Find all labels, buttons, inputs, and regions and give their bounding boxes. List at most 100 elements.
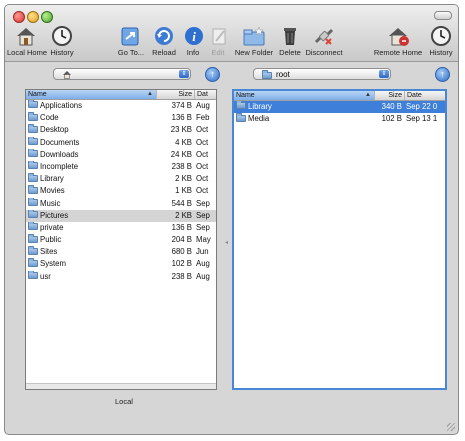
clock-icon — [52, 26, 72, 46]
disconnect-button[interactable]: Disconnect — [304, 25, 344, 59]
file-date-cell: Oct — [196, 186, 209, 196]
local-home-button[interactable]: Local Home — [7, 25, 47, 59]
remote-history-button[interactable]: History — [425, 25, 457, 59]
file-row[interactable]: Applications 374 B Aug — [26, 100, 216, 112]
file-size-cell: 102 B — [381, 114, 402, 124]
folder-icon — [28, 136, 38, 145]
resize-grip-icon[interactable] — [447, 423, 455, 431]
file-date-cell: Sep 22 0 — [406, 102, 438, 111]
folder-icon — [28, 221, 38, 231]
home-icon — [17, 28, 35, 46]
file-row[interactable]: Pictures 2 KB Sep — [26, 209, 216, 222]
local-parent-folder-button[interactable]: ↑ — [205, 67, 220, 82]
file-row[interactable]: usr 238 B Aug — [26, 270, 216, 283]
file-date-cell: Sep — [196, 210, 210, 220]
ftp-window: Local Home History Go To... Reload i Inf… — [4, 4, 459, 435]
folder-icon — [28, 234, 38, 243]
new-folder-button[interactable]: New Folder — [233, 25, 275, 59]
file-date-cell: May — [196, 235, 211, 245]
reload-button[interactable]: Reload — [149, 25, 179, 59]
file-size-cell: 23 KB — [170, 125, 192, 135]
file-row[interactable]: System 102 B Aug — [26, 258, 216, 270]
remote-home-button[interactable]: Remote Home — [373, 25, 423, 59]
file-row[interactable]: Code 136 B Feb — [26, 112, 216, 124]
file-row[interactable]: Incomplete 238 B Oct — [26, 160, 216, 173]
info-button[interactable]: i Info — [181, 25, 205, 59]
folder-icon — [28, 160, 38, 170]
remote-parent-folder-button[interactable]: ↑ — [435, 67, 450, 82]
date-column-header[interactable]: Date — [404, 91, 445, 100]
file-size-cell: 340 B — [381, 102, 402, 111]
name-column-header[interactable]: Name ▲ — [234, 91, 374, 100]
file-date-cell: Oct — [196, 149, 209, 159]
file-size-cell: 24 KB — [170, 149, 192, 159]
file-date-cell: Sep — [196, 198, 210, 208]
folder-icon — [28, 209, 38, 219]
remote-file-list[interactable]: Name ▲ Size Date Library 340 B Sep 22 0 Medi… — [232, 89, 447, 390]
file-name-cell: Applications — [26, 100, 156, 112]
goto-icon — [121, 27, 139, 46]
file-date-cell: Oct — [196, 174, 209, 184]
zoom-window-button[interactable] — [41, 11, 53, 23]
file-date-cell: Jun — [196, 247, 209, 257]
date-column-header[interactable]: Dat — [194, 90, 216, 99]
size-column-header[interactable]: Size — [374, 91, 404, 100]
local-list-header: Name ▲ Size Dat — [26, 90, 216, 100]
file-name-cell: Incomplete — [26, 160, 156, 173]
delete-button[interactable]: Delete — [277, 25, 303, 59]
file-row[interactable]: Library 2 KB Oct — [26, 173, 216, 185]
folder-icon — [28, 124, 38, 133]
edit-button[interactable]: Edit — [206, 25, 230, 59]
toolbar-toggle-button[interactable] — [434, 11, 452, 20]
file-row[interactable]: Public 204 B May — [26, 234, 216, 246]
file-row[interactable]: Library 340 B Sep 22 0 — [234, 101, 445, 114]
folder-icon — [28, 173, 38, 182]
file-date-cell: Oct — [196, 125, 209, 135]
file-size-cell: 136 B — [171, 222, 192, 232]
file-row[interactable]: Documents 4 KB Oct — [26, 136, 216, 149]
remote-path-popup[interactable]: root ⇕ — [253, 68, 391, 80]
file-name-cell: usr — [26, 270, 156, 283]
file-row[interactable]: Downloads 24 KB Oct — [26, 148, 216, 161]
close-window-button[interactable] — [13, 11, 25, 23]
file-size-cell: 238 B — [171, 271, 192, 281]
name-column-header[interactable]: Name ▲ — [26, 90, 156, 99]
file-name-cell: Music — [26, 197, 156, 210]
size-column-header[interactable]: Size — [156, 90, 194, 99]
file-date-cell: Aug — [196, 259, 210, 269]
file-size-cell: 238 B — [171, 161, 192, 171]
local-file-list[interactable]: Name ▲ Size Dat Applications 374 B Aug Code 1… — [25, 89, 217, 390]
file-date-cell: Oct — [196, 137, 209, 147]
home-icon — [63, 71, 71, 79]
folder-icon — [28, 258, 38, 267]
local-path-popup[interactable]: ⇕ — [53, 68, 191, 80]
file-row[interactable]: Music 544 B Sep — [26, 197, 216, 210]
folder-icon — [28, 148, 38, 158]
file-row[interactable]: Media 102 B Sep 13 1 — [234, 113, 445, 125]
file-row[interactable]: Movies 1 KB Oct — [26, 185, 216, 197]
sort-ascending-icon: ▲ — [365, 92, 371, 98]
local-horizontal-scrollbar[interactable] — [26, 383, 216, 389]
folder-icon — [28, 270, 38, 280]
file-name-cell: Library — [26, 173, 156, 185]
file-size-cell: 136 B — [171, 113, 192, 123]
clock-icon — [431, 26, 451, 46]
file-row[interactable]: Desktop 23 KB Oct — [26, 124, 216, 136]
file-size-cell: 374 B — [171, 101, 192, 110]
minimize-window-button[interactable] — [27, 11, 39, 23]
file-date-cell: Feb — [196, 113, 210, 123]
file-name-cell: Media — [234, 113, 374, 125]
sort-ascending-icon: ▲ — [147, 91, 153, 97]
file-row[interactable]: Sites 680 B Jun — [26, 246, 216, 258]
local-status-label: Local — [115, 397, 133, 406]
history-button[interactable]: History — [47, 25, 77, 59]
file-row[interactable]: private 136 B Sep — [26, 221, 216, 234]
file-size-cell: 2 KB — [175, 210, 192, 220]
file-size-cell: 544 B — [171, 198, 192, 208]
file-size-cell: 1 KB — [175, 186, 192, 196]
split-divider-handle[interactable]: ◂ — [225, 239, 228, 246]
file-name-cell: Sites — [26, 246, 156, 258]
go-to-button[interactable]: Go To... — [115, 25, 147, 59]
file-date-cell: Aug — [196, 101, 210, 110]
file-size-cell: 680 B — [171, 247, 192, 257]
